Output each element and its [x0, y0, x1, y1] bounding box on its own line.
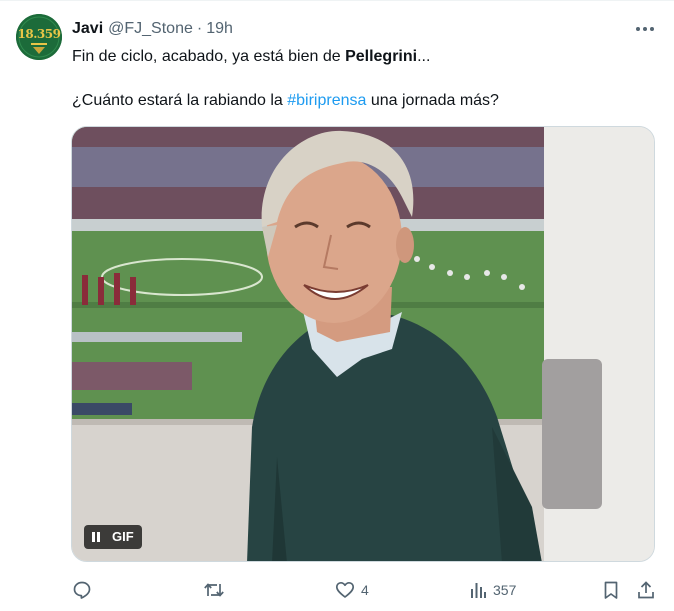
share-icon — [638, 581, 654, 599]
bold-name: Pellegrini — [345, 48, 418, 65]
more-button[interactable] — [634, 20, 656, 38]
tweet-text-line-2: ¿Cuánto estará la rabiando la #biriprens… — [72, 90, 499, 112]
gif-media[interactable] — [71, 126, 655, 562]
pause-icon — [92, 532, 100, 542]
divider — [0, 0, 674, 1]
bookmark-icon — [604, 581, 618, 599]
views-button[interactable]: 357 — [469, 576, 516, 604]
text-segment: una jornada más? — [366, 92, 499, 109]
tweet[interactable]: 18.359 Javi @FJ_Stone · 19h Fin de ciclo… — [0, 0, 674, 611]
share-button[interactable] — [636, 576, 656, 604]
gif-badge: GIF — [112, 529, 134, 544]
tweet-header: Javi @FJ_Stone · 19h — [72, 18, 233, 40]
more-icon — [636, 27, 654, 31]
gif-frame-image — [72, 127, 654, 561]
like-button[interactable]: 4 — [335, 576, 369, 604]
reply-button[interactable] — [72, 576, 98, 604]
action-bar: 4 357 — [0, 576, 674, 604]
retweet-icon — [204, 583, 224, 597]
ellipsis: ... — [417, 48, 431, 65]
retweet-button[interactable] — [203, 576, 231, 604]
hashtag-link[interactable]: #biriprensa — [287, 92, 366, 109]
timestamp[interactable]: 19h — [206, 20, 233, 38]
views-count: 357 — [493, 582, 517, 598]
display-name[interactable]: Javi — [72, 20, 103, 38]
like-icon — [335, 581, 355, 598]
views-icon — [471, 583, 486, 598]
avatar-text: 18.359 — [17, 27, 61, 41]
pause-button[interactable] — [84, 525, 108, 549]
text-segment: ¿Cuánto estará la rabiando la — [72, 92, 288, 109]
separator-dot: · — [196, 20, 203, 37]
like-count: 4 — [361, 582, 369, 598]
tweet-text-line-1: Fin de ciclo, acabado, ya está bien de P… — [72, 46, 430, 68]
text-segment: Fin de ciclo, acabado, ya está bien de — [72, 48, 346, 65]
gif-controls: GIF — [84, 525, 142, 549]
avatar[interactable]: 18.359 — [16, 14, 62, 60]
reply-icon — [73, 581, 91, 599]
bookmark-button[interactable] — [602, 576, 620, 604]
user-handle[interactable]: @FJ_Stone — [108, 20, 193, 38]
